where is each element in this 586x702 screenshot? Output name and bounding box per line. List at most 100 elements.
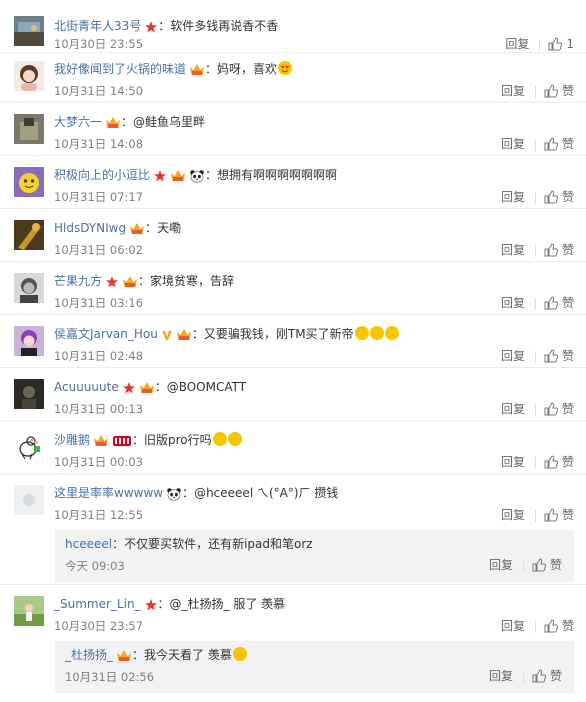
reply-button[interactable]: 回复: [501, 616, 525, 636]
reply-button[interactable]: 回复: [501, 452, 525, 472]
avatar[interactable]: [14, 596, 44, 626]
username[interactable]: _Summer_Lin_: [54, 597, 141, 611]
username[interactable]: 芒果九方: [54, 274, 102, 288]
avatar[interactable]: [14, 167, 44, 197]
divider: [534, 244, 536, 257]
comment-time: 10月31日 00:03: [54, 455, 144, 469]
reply-button[interactable]: 回复: [501, 399, 525, 419]
thumbs-up-icon: [544, 508, 559, 522]
like-label: 赞: [561, 137, 574, 151]
comment-time: 10月31日 07:17: [54, 190, 144, 204]
like-button[interactable]: 赞: [532, 555, 562, 575]
comment-text: ：不仅要买软件，还有新ipad和笔orz: [112, 537, 313, 551]
like-label: 赞: [549, 558, 562, 572]
comment-actions: 回复 1: [505, 34, 574, 54]
comment-item: 芒果九方 ：家境贫寒，告辞 10月31日 03:16 回复 赞: [0, 265, 586, 315]
like-button[interactable]: 赞: [544, 616, 574, 636]
comment-item: 大梦六一 ：@鲑鱼乌里畔 10月31日 14:08 回复 赞: [0, 106, 586, 156]
username[interactable]: 大梦六一: [54, 115, 102, 129]
username[interactable]: hceeeel: [65, 537, 112, 551]
divider: [534, 191, 536, 204]
divider: [534, 297, 536, 310]
username[interactable]: 这里是率率wwwww: [54, 486, 163, 500]
like-button[interactable]: 赞: [544, 187, 574, 207]
username[interactable]: 沙雕鹅: [54, 433, 90, 447]
thumbs-up-icon: [544, 84, 559, 98]
star-badge: [153, 169, 167, 183]
username[interactable]: HldsDYNIwg: [54, 221, 126, 235]
crown-badge: [116, 649, 132, 663]
avatar[interactable]: [14, 326, 44, 356]
like-button[interactable]: 赞: [532, 666, 562, 686]
like-button[interactable]: 赞: [544, 293, 574, 313]
reply-button[interactable]: 回复: [505, 34, 529, 54]
divider: [534, 456, 536, 469]
comment-text: ：又要骗我钱，刚TM买了新帝: [191, 327, 354, 341]
username[interactable]: _杜扬扬_: [65, 648, 113, 662]
username[interactable]: 我好像闻到了火锅的味道: [54, 62, 186, 76]
avatar[interactable]: [14, 16, 44, 46]
comment-text: ：@_杜扬扬_ 服了 羡慕: [157, 597, 286, 611]
like-label: 赞: [561, 296, 574, 310]
reply-button[interactable]: 回复: [501, 134, 525, 154]
reply-button[interactable]: 回复: [501, 81, 525, 101]
divider: [0, 102, 586, 103]
like-label: 赞: [561, 402, 574, 416]
comment-text: ：@hceeeel ㄟ(°A°)ㄏ 攒钱: [182, 486, 339, 500]
divider: [534, 509, 536, 522]
like-button[interactable]: 赞: [544, 452, 574, 472]
comment-actions: 回复 赞: [501, 187, 574, 207]
verified-v-badge: [161, 328, 173, 342]
comment-text: ：家境贫寒，告辞: [138, 274, 235, 288]
thumbs-up-icon: [548, 37, 563, 51]
comment-time: 10月31日 14:50: [54, 84, 144, 98]
like-label: 赞: [561, 84, 574, 98]
avatar[interactable]: [14, 114, 44, 144]
like-button[interactable]: 赞: [544, 81, 574, 101]
like-button[interactable]: 赞: [544, 505, 574, 525]
divider: [0, 420, 586, 421]
comment-time: 10月30日 23:55: [54, 37, 144, 51]
like-button[interactable]: 赞: [544, 399, 574, 419]
comment-text: ：我今天看了 羡慕: [132, 648, 232, 662]
reply-button[interactable]: 回复: [501, 293, 525, 313]
reply-button[interactable]: 回复: [489, 555, 513, 575]
username[interactable]: 侯嘉文Jarvan_Hou: [54, 327, 158, 341]
comment-actions: 回复 赞: [501, 452, 574, 472]
comment-time: 10月30日 23:57: [54, 619, 144, 633]
username[interactable]: 积极向上的小逗比: [54, 168, 150, 182]
reply-button[interactable]: 回复: [501, 187, 525, 207]
thumbs-up-icon: [544, 619, 559, 633]
divider: [0, 208, 586, 209]
reply-button[interactable]: 回复: [501, 240, 525, 260]
pleading-emoji: [232, 647, 247, 661]
username[interactable]: Acuuuuute: [54, 380, 119, 394]
like-button[interactable]: 赞: [544, 134, 574, 154]
thumbs-up-icon: [544, 243, 559, 257]
thumbs-up-icon: [544, 455, 559, 469]
like-label: 赞: [561, 349, 574, 363]
reply-button[interactable]: 回复: [501, 346, 525, 366]
like-button[interactable]: 1: [548, 34, 574, 54]
avatar[interactable]: [14, 432, 44, 462]
avatar[interactable]: [14, 61, 44, 91]
avatar[interactable]: [14, 485, 44, 515]
cry-emoji: [354, 326, 369, 340]
crown-badge: [139, 381, 155, 395]
like-button[interactable]: 赞: [544, 346, 574, 366]
username[interactable]: 北街青年人33号: [54, 19, 141, 33]
comment-time: 10月31日 00:13: [54, 402, 144, 416]
avatar[interactable]: [14, 273, 44, 303]
comment-actions: 回复 赞: [501, 399, 574, 419]
comment-actions: 回复 赞: [501, 240, 574, 260]
panda-badge: [189, 169, 205, 183]
like-button[interactable]: 赞: [544, 240, 574, 260]
like-label: 赞: [549, 669, 562, 683]
comment-item: Acuuuuute ：@BOOMCATT 10月31日 00:13 回复 赞: [0, 371, 586, 421]
reply-button[interactable]: 回复: [489, 666, 513, 686]
avatar[interactable]: [14, 379, 44, 409]
avatar[interactable]: [14, 220, 44, 250]
thumbs-up-icon: [544, 190, 559, 204]
comment-actions: 回复 赞: [501, 505, 574, 525]
reply-button[interactable]: 回复: [501, 505, 525, 525]
